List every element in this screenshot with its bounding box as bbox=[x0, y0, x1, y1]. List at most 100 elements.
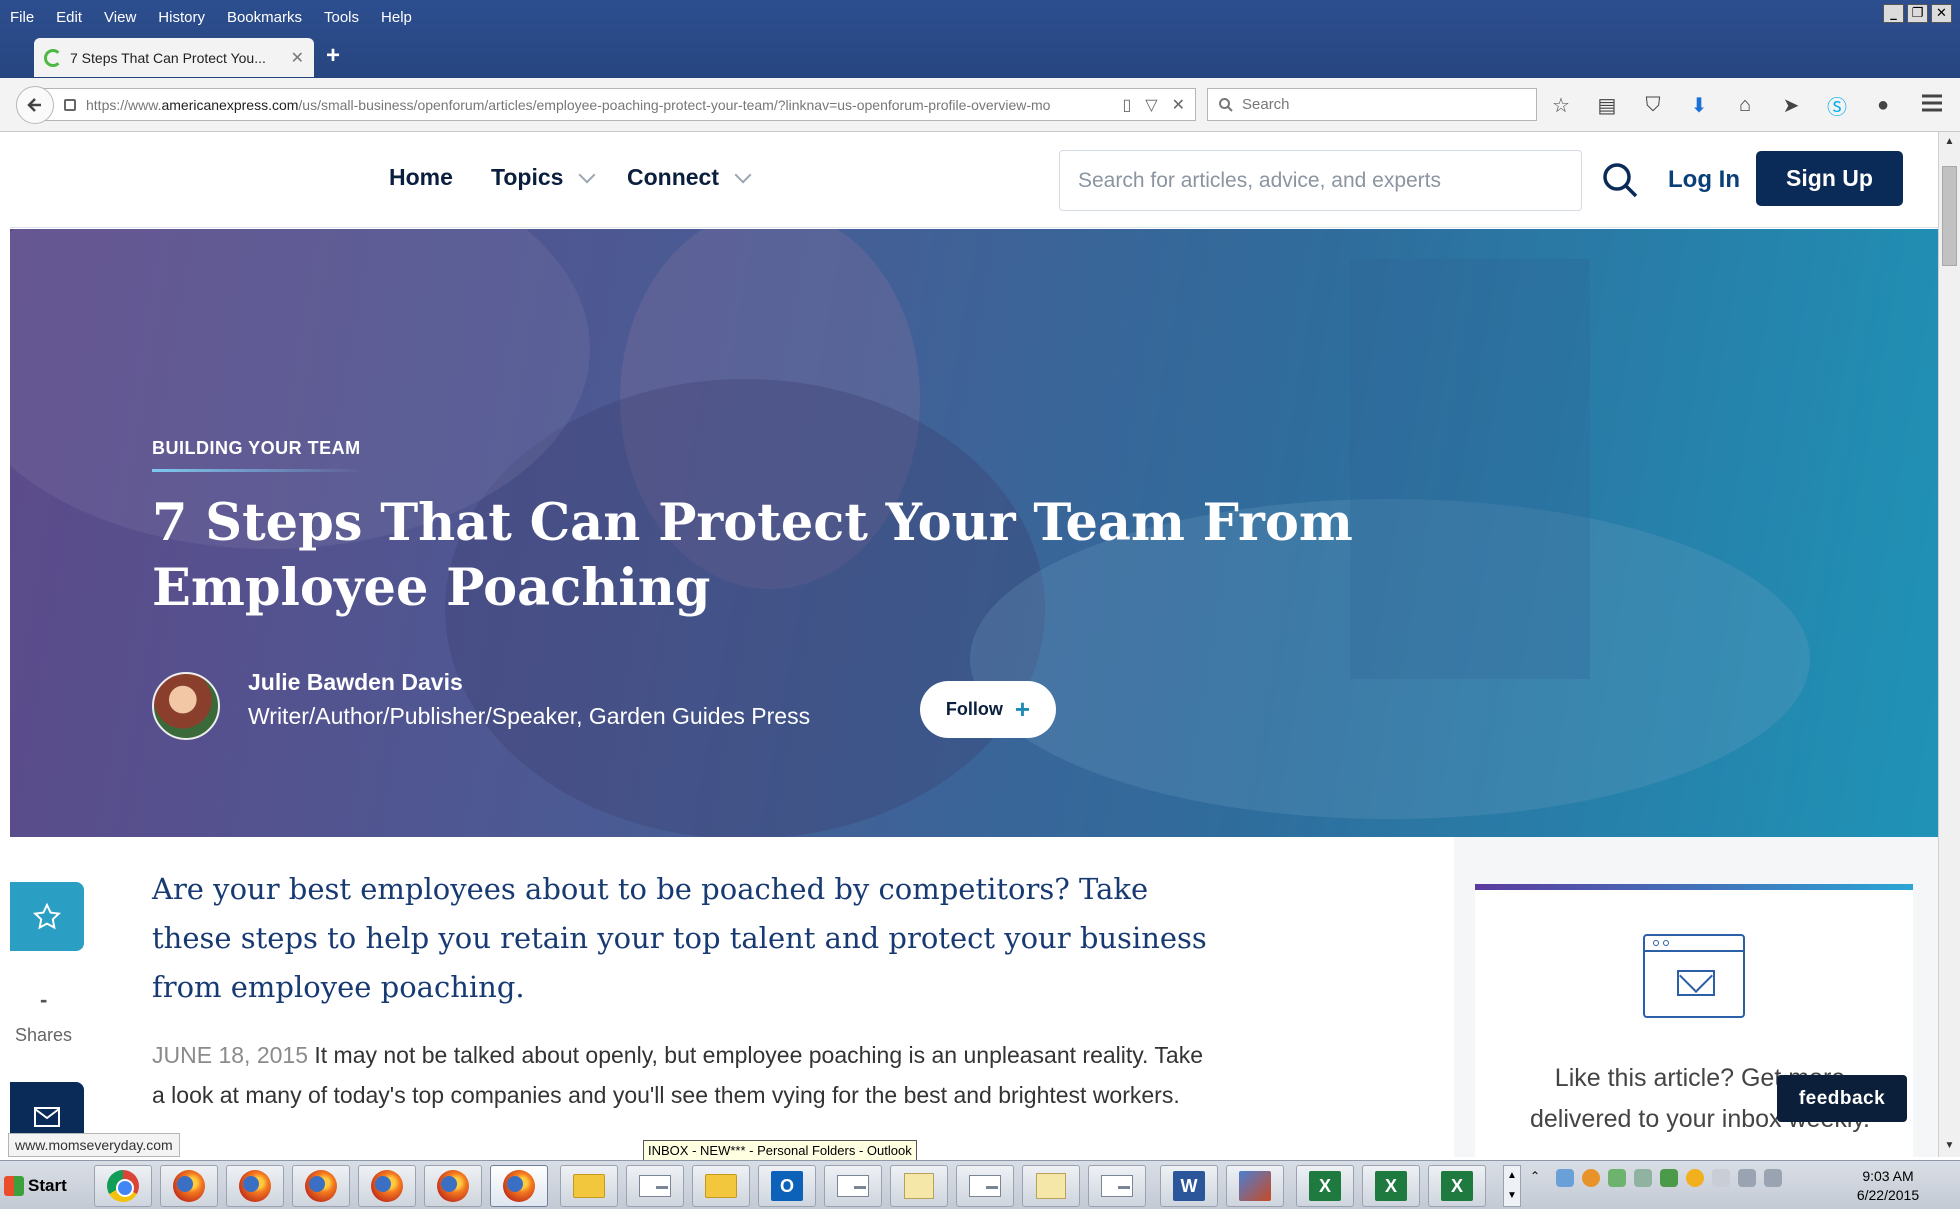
taskbar-firefox[interactable] bbox=[358, 1165, 416, 1207]
tray-app-icon[interactable] bbox=[1660, 1169, 1678, 1187]
system-clock[interactable]: 9:03 AM 6/22/2015 bbox=[1848, 1167, 1928, 1205]
send-icon[interactable]: ➤ bbox=[1778, 92, 1804, 118]
clock-time: 9:03 AM bbox=[1862, 1168, 1914, 1184]
favorite-button[interactable] bbox=[10, 882, 84, 951]
taskbar-window[interactable] bbox=[824, 1165, 882, 1207]
taskbar-firefox[interactable] bbox=[160, 1165, 218, 1207]
follow-button[interactable]: Follow + bbox=[920, 681, 1056, 738]
page-scrollbar[interactable]: ▲ ▼ bbox=[1938, 132, 1960, 1157]
login-link[interactable]: Log In bbox=[1668, 166, 1740, 194]
article-category[interactable]: BUILDING YOUR TEAM bbox=[152, 438, 361, 459]
scroll-down-icon[interactable]: ▼ bbox=[1942, 1138, 1957, 1153]
tray-expand-icon[interactable]: ⌃ bbox=[1530, 1169, 1548, 1187]
menu-edit[interactable]: Edit bbox=[56, 9, 82, 26]
author-name[interactable]: Julie Bawden Davis bbox=[248, 669, 463, 696]
url-prefix: https://www. bbox=[86, 96, 162, 113]
menu-history[interactable]: History bbox=[158, 9, 205, 26]
taskbar-folder[interactable] bbox=[692, 1165, 750, 1207]
dropdown-arrow-icon[interactable]: ▽ bbox=[1145, 95, 1157, 115]
url-tools: ▯ ▽ ✕ bbox=[1112, 95, 1195, 115]
taskbar-outlook[interactable]: O bbox=[758, 1165, 816, 1207]
bookmark-star-icon[interactable]: ☆ bbox=[1548, 92, 1574, 118]
back-button[interactable] bbox=[16, 86, 54, 124]
nav-topics[interactable]: Topics bbox=[491, 164, 596, 191]
minimize-button[interactable]: _ bbox=[1883, 4, 1904, 23]
taskbar-powerpoint[interactable] bbox=[1226, 1165, 1284, 1207]
scroll-up-icon[interactable]: ▲ bbox=[1942, 134, 1957, 149]
tray-network-icon[interactable] bbox=[1556, 1169, 1574, 1187]
taskbar-window[interactable] bbox=[626, 1165, 684, 1207]
home-icon[interactable]: ⌂ bbox=[1732, 92, 1758, 118]
url-bar[interactable]: https://www.americanexpress.com/us/small… bbox=[44, 88, 1196, 121]
author-avatar[interactable] bbox=[152, 672, 220, 740]
tray-signal-icon[interactable] bbox=[1738, 1169, 1756, 1187]
tray-app-icon[interactable] bbox=[1608, 1169, 1626, 1187]
reader-view-icon[interactable]: ▯ bbox=[1122, 95, 1131, 115]
tray-app-icon[interactable] bbox=[1686, 1169, 1704, 1187]
window-icon bbox=[1101, 1175, 1133, 1197]
browser-tab[interactable]: 7 Steps That Can Protect You... ✕ bbox=[34, 38, 314, 77]
taskbar-firefox[interactable] bbox=[292, 1165, 350, 1207]
system-tray: ⌃ bbox=[1530, 1169, 1782, 1187]
menu-help[interactable]: Help bbox=[381, 9, 412, 26]
taskbar-window[interactable] bbox=[956, 1165, 1014, 1207]
envelope-icon bbox=[1677, 970, 1715, 996]
taskbar-chrome[interactable] bbox=[94, 1165, 152, 1207]
taskbar-firefox-active[interactable] bbox=[490, 1165, 548, 1207]
tray-flag-icon[interactable] bbox=[1712, 1169, 1730, 1187]
taskbar-window[interactable] bbox=[1088, 1165, 1146, 1207]
category-underline bbox=[152, 469, 366, 472]
window-icon bbox=[639, 1175, 671, 1197]
tray-app-icon[interactable] bbox=[1582, 1169, 1600, 1187]
scroll-thumb[interactable] bbox=[1942, 166, 1957, 266]
taskbar-folder[interactable] bbox=[560, 1165, 618, 1207]
envelope-icon bbox=[34, 1106, 60, 1127]
taskbar-firefox[interactable] bbox=[226, 1165, 284, 1207]
menu-tools[interactable]: Tools bbox=[324, 9, 359, 26]
stop-icon[interactable]: ✕ bbox=[1172, 95, 1185, 115]
url-host: americanexpress.com bbox=[161, 96, 299, 113]
plus-icon: + bbox=[1014, 694, 1031, 724]
menu-view[interactable]: View bbox=[104, 9, 136, 26]
skype-icon[interactable]: Ⓢ bbox=[1824, 92, 1850, 119]
menu-file[interactable]: File bbox=[10, 9, 34, 26]
tray-app-icon[interactable] bbox=[1634, 1169, 1652, 1187]
taskbar-excel[interactable]: X bbox=[1362, 1165, 1420, 1207]
window-bar bbox=[1645, 950, 1743, 952]
menu-bookmarks[interactable]: Bookmarks bbox=[227, 9, 302, 26]
taskbar-firefox[interactable] bbox=[424, 1165, 482, 1207]
tray-volume-icon[interactable] bbox=[1764, 1169, 1782, 1187]
bookmarks-list-icon[interactable]: ▤ bbox=[1594, 92, 1620, 118]
browser-search-box[interactable]: Search bbox=[1207, 88, 1537, 121]
taskbar-scroll[interactable]: ▲ ▼ bbox=[1503, 1165, 1521, 1207]
start-button[interactable]: Start bbox=[4, 1169, 82, 1203]
window-controls: _ ❐ ✕ bbox=[1883, 4, 1952, 23]
share-count: - bbox=[40, 987, 48, 1012]
excel-icon: X bbox=[1375, 1171, 1407, 1201]
chat-icon[interactable]: ● bbox=[1870, 92, 1896, 118]
hamburger-menu-icon[interactable] bbox=[1920, 92, 1944, 114]
pocket-icon[interactable]: ⛉ bbox=[1640, 92, 1666, 118]
new-tab-button[interactable]: + bbox=[326, 42, 340, 70]
site-search-input[interactable]: Search for articles, advice, and experts bbox=[1059, 150, 1582, 211]
nav-home[interactable]: Home bbox=[389, 164, 453, 191]
newsletter-envelope-icon bbox=[1643, 934, 1745, 1018]
taskbar-notes[interactable] bbox=[890, 1165, 948, 1207]
taskbar-word[interactable]: W bbox=[1160, 1165, 1218, 1207]
signup-button[interactable]: Sign Up bbox=[1756, 151, 1903, 206]
tab-close-icon[interactable]: ✕ bbox=[291, 48, 304, 68]
nav-connect[interactable]: Connect bbox=[627, 164, 752, 191]
firefox-icon bbox=[371, 1170, 403, 1202]
feedback-button[interactable]: feedback bbox=[1777, 1075, 1907, 1122]
downloads-icon[interactable]: ⬇ bbox=[1686, 92, 1712, 118]
taskbar-notes[interactable] bbox=[1022, 1165, 1080, 1207]
restore-button[interactable]: ❐ bbox=[1907, 4, 1928, 23]
windows-logo-icon bbox=[4, 1176, 24, 1196]
taskbar-excel[interactable]: X bbox=[1296, 1165, 1354, 1207]
nav-topics-label: Topics bbox=[491, 164, 564, 190]
window-icon bbox=[837, 1175, 869, 1197]
taskbar-excel[interactable]: X bbox=[1428, 1165, 1486, 1207]
close-window-button[interactable]: ✕ bbox=[1931, 4, 1952, 23]
search-icon[interactable] bbox=[1600, 160, 1640, 200]
firefox-icon bbox=[437, 1170, 469, 1202]
